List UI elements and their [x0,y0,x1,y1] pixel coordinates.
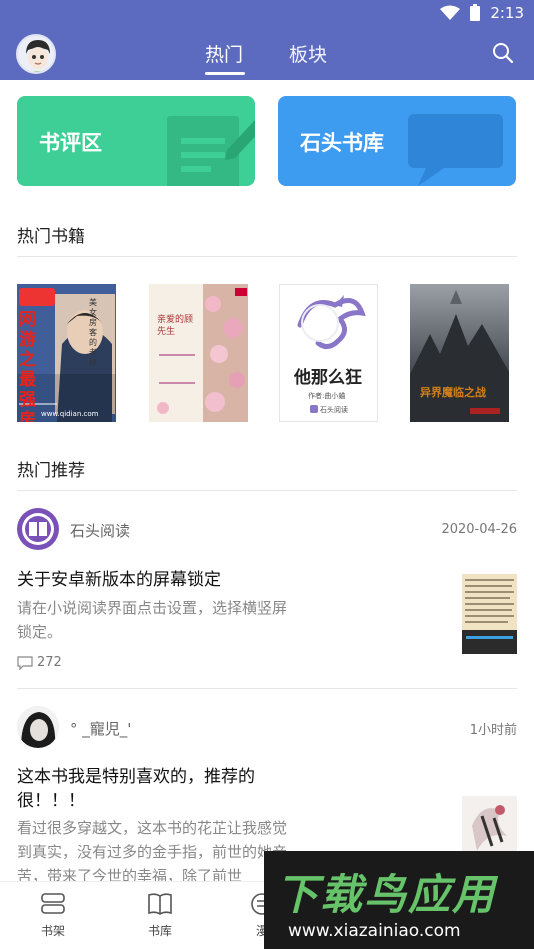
bookshelf-icon [41,893,65,914]
section-divider [17,490,517,491]
book-review-card[interactable]: 书评区 [17,96,255,186]
comment-count[interactable]: 272 [17,655,62,670]
post-title-line: 这本书我是特别喜欢的，推荐的 [17,767,255,787]
status-icons: 2:13 [440,4,524,22]
book-cover-4[interactable]: 异界魔临之战 [410,284,509,422]
nav-library-label: 书库 [147,924,172,938]
book-cover-author: 作者:曲小蛐 [308,392,346,400]
post-author-avatar[interactable] [17,706,59,748]
watermark-title: 下载鸟应用 [276,870,497,919]
post-divider [17,688,517,689]
battery-icon [470,4,481,21]
post-thumbnail-image [462,796,517,856]
post-excerpt-line: 锁定。 [17,623,63,641]
book-cover-brand: 石头阅读 [320,406,348,414]
document-edit-icon [167,116,255,186]
nav-library[interactable]: 书库 [130,892,190,939]
book-cover-title: 亲爱的顾先生 [157,315,194,337]
post-thumbnail[interactable] [462,574,517,654]
book-review-label: 书评区 [39,131,102,155]
status-time: 2:13 [490,4,524,22]
tab-hot[interactable]: 热门 [205,40,243,67]
book-cover-subtitle: 美女房客的老妖 [89,298,97,367]
avatar-photo [17,706,59,748]
chat-bubble-icon [408,114,503,186]
post-author-name[interactable]: 石头阅读 [70,520,130,541]
stone-library-label: 石头书库 [300,131,384,155]
watermark-url: www.xiazainiao.com [288,921,461,941]
comment-count-value: 272 [37,655,62,670]
post-excerpt-line: 看过很多穿越文，这本书的花芷让我感觉 [17,819,288,837]
book-cover-title: 异界魔临之战 [420,386,486,399]
tab-active-indicator [205,72,245,75]
post-time: 2020-04-26 [441,522,517,537]
tab-board[interactable]: 板块 [289,40,327,67]
app-bar: 热门 板块 [0,28,534,80]
book-cover-title: 网游之最强房东 [19,310,36,422]
stone-library-card[interactable]: 石头书库 [278,96,516,186]
book-cover-image [410,284,509,422]
comment-icon [17,655,33,670]
search-icon[interactable] [492,42,514,64]
user-avatar[interactable] [16,34,56,74]
book-icon [148,893,172,915]
book-cover-2[interactable]: 亲爱的顾先生 [149,284,248,422]
post-title-line: 很！！！ [17,791,85,811]
book-logo-icon [22,513,54,545]
book-cover-site: www.qidian.com [41,410,99,418]
hot-recommend-title: 热门推荐 [17,461,85,481]
status-bar: 2:13 [0,0,534,28]
nav-bookshelf[interactable]: 书架 [23,892,83,939]
post-thumbnail[interactable] [462,796,517,856]
post-thumbnail-image [462,574,517,654]
book-cover-title: 他那么狂 [294,368,362,388]
post-title[interactable]: 这本书我是特别喜欢的，推荐的 很！！！ [17,765,317,813]
book-cover-1[interactable]: 网游之最强房东 美女房客的老妖 www.qidian.com [17,284,116,422]
post-time: 1小时前 [469,723,517,738]
section-divider [17,256,517,257]
book-cover-image [280,285,377,421]
post-excerpt: 请在小说阅读界面点击设置，选择横竖屏 锁定。 [17,596,317,644]
book-cover-3[interactable]: 他那么狂 作者:曲小蛐 石头阅读 [279,284,378,422]
nav-bookshelf-label: 书架 [40,924,65,938]
wifi-icon [440,5,461,20]
book-cover-image [149,284,248,422]
post-author-avatar[interactable] [17,508,59,550]
post-author-name[interactable]: ° _寵児_' [70,718,131,739]
hot-books-title: 热门书籍 [17,227,85,247]
post-title[interactable]: 关于安卓新版本的屏幕锁定 [17,568,221,592]
avatar-icon [18,36,54,72]
post-excerpt-line: 请在小说阅读界面点击设置，选择横竖屏 [17,599,288,617]
watermark-banner: 下载鸟应用 www.xiazainiao.com [264,851,534,949]
